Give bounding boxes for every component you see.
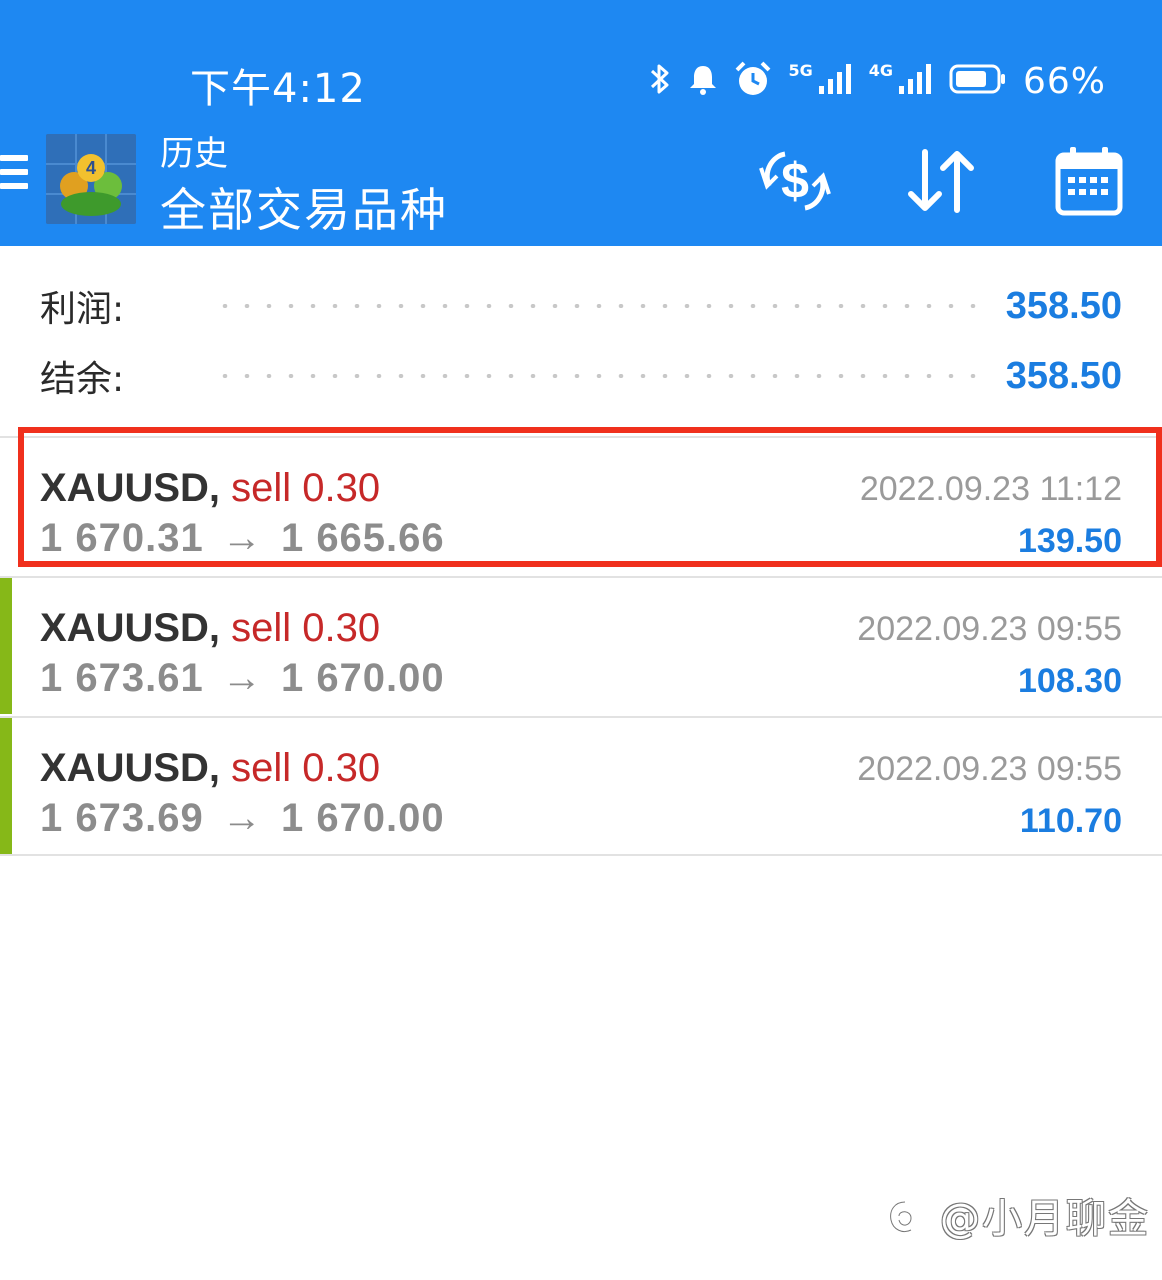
open-price: 1 670.31 [40, 516, 204, 560]
profit-value: 358.50 [1005, 284, 1122, 327]
trade-indicator [0, 578, 12, 714]
close-price: 1 670.00 [280, 796, 445, 840]
close-price: 1 670.00 [280, 656, 445, 700]
menu-icon[interactable] [0, 155, 28, 201]
trade-symbol: XAUUSD, [40, 606, 221, 650]
notification-bell-icon [688, 62, 718, 100]
calendar-button[interactable] [1046, 138, 1132, 224]
arrow-right-icon: → [221, 656, 263, 700]
signal-5g-icon [818, 64, 853, 98]
trade-symbol: XAUUSD, [40, 466, 221, 510]
battery-icon [949, 63, 1007, 99]
trade-action: sell 0.30 [231, 746, 381, 790]
trade-indicator [0, 718, 12, 854]
trade-profit: 108.30 [1018, 662, 1122, 700]
arrow-right-icon: → [221, 796, 263, 840]
trade-action: sell 0.30 [231, 606, 381, 650]
list-divider [0, 854, 1162, 856]
watermark-logo-icon [888, 1200, 914, 1234]
bluetooth-icon [648, 62, 672, 100]
arrow-right-icon: → [221, 516, 263, 560]
balance-label: 结余: [40, 359, 125, 400]
watermark: @小月聊金 [885, 1186, 1150, 1244]
sort-icon [908, 149, 974, 213]
open-price: 1 673.69 [40, 796, 204, 840]
status-time: 下午4:12 [190, 66, 366, 112]
trade-symbol: XAUUSD, [40, 746, 221, 790]
dotted-leader [214, 374, 978, 378]
dotted-leader [214, 304, 978, 308]
status-icons: 5G 4G 66% [648, 58, 1106, 104]
svg-text:$: $ [781, 153, 809, 209]
svg-text:4: 4 [86, 158, 96, 178]
network-type-5g: 5G [788, 61, 813, 80]
battery-percentage: 66% [1022, 60, 1106, 102]
currency-exchange-icon: $ [759, 151, 831, 211]
trade-row[interactable]: XAUUSD, sell 0.30 1 670.31 → 1 665.66 20… [0, 436, 1162, 574]
trade-row[interactable]: XAUUSD, sell 0.30 1 673.61 → 1 670.00 20… [0, 576, 1162, 714]
trade-action: sell 0.30 [231, 466, 381, 510]
alarm-clock-icon [734, 60, 772, 102]
watermark-text: @小月聊金 [940, 1196, 1150, 1242]
currency-exchange-button[interactable]: $ [752, 138, 838, 224]
calendar-icon [1055, 147, 1123, 216]
trade-time: 2022.09.23 09:55 [857, 750, 1122, 788]
page-title: 历史 [160, 134, 228, 174]
metatrader-logo: 4 [46, 134, 136, 224]
close-price: 1 665.66 [280, 516, 445, 560]
network-type-4g: 4G [868, 61, 893, 80]
trade-profit: 139.50 [1018, 522, 1122, 560]
signal-4g-icon [898, 64, 933, 98]
profit-label: 利润: [40, 289, 125, 330]
balance-summary: 结余: 358.50 [40, 346, 1122, 406]
trade-time: 2022.09.23 09:55 [857, 610, 1122, 648]
trade-profit: 110.70 [1019, 802, 1122, 840]
balance-value: 358.50 [1005, 354, 1122, 397]
profit-summary: 利润: 358.50 [40, 276, 1122, 336]
open-price: 1 673.61 [40, 656, 204, 700]
app-header: 下午4:12 5G 4G 66% 4 历史 全部交易品种 $ [0, 0, 1162, 246]
symbol-filter[interactable]: 全部交易品种 [160, 174, 448, 240]
trade-row[interactable]: XAUUSD, sell 0.30 1 673.69 → 1 670.00 20… [0, 716, 1162, 854]
sort-button[interactable] [898, 138, 984, 224]
trade-time: 2022.09.23 11:12 [859, 470, 1122, 508]
